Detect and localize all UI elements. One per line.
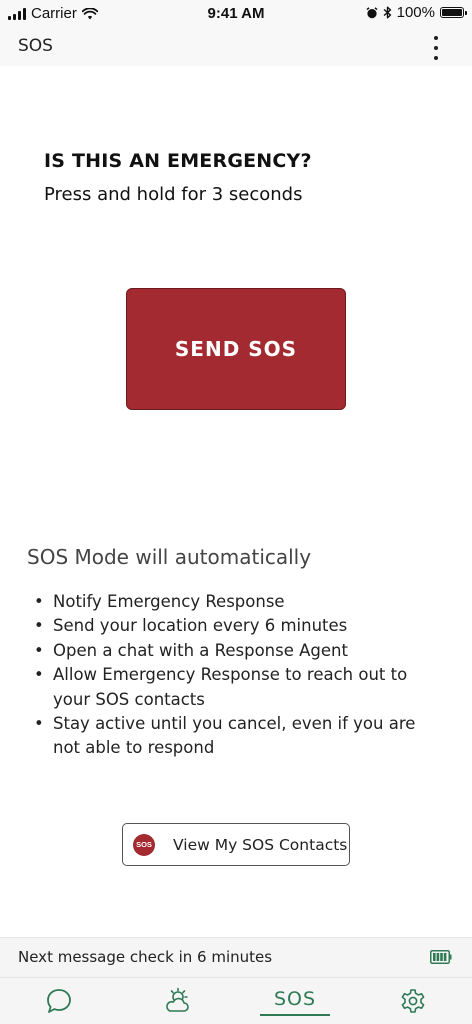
view-sos-contacts-button[interactable]: SOS View My SOS Contacts — [122, 823, 350, 866]
message-check-bar: Next message check in 6 minutes — [0, 937, 472, 977]
tab-settings[interactable] — [354, 978, 472, 1024]
chat-bubble-icon — [47, 989, 71, 1013]
more-vertical-icon[interactable] — [426, 36, 446, 60]
alarm-icon — [366, 6, 378, 18]
battery-icon — [440, 7, 467, 18]
battery-full-icon — [430, 950, 452, 964]
contacts-button-label: View My SOS Contacts — [173, 835, 348, 854]
tab-sos-label: SOS — [273, 988, 317, 1010]
bluetooth-icon — [383, 6, 391, 19]
tab-sos[interactable]: SOS — [236, 978, 354, 1024]
tab-bar: SOS — [0, 977, 472, 1024]
battery-percent: 100% — [396, 4, 435, 21]
list-item: Notify Emergency Response — [34, 590, 434, 615]
list-item: Allow Emergency Response to reach out to… — [34, 663, 434, 712]
sos-mode-heading: SOS Mode will automatically — [27, 545, 312, 569]
hold-instruction: Press and hold for 3 seconds — [44, 184, 303, 205]
list-item: Stay active until you cancel, even if yo… — [34, 712, 434, 761]
weather-icon — [166, 987, 189, 1012]
status-bar: Carrier 9:41 AM 100% — [0, 0, 472, 28]
send-sos-button[interactable]: SEND SOS — [126, 288, 346, 410]
gear-icon — [401, 989, 425, 1013]
message-check-text: Next message check in 6 minutes — [18, 948, 273, 966]
status-right: 100% — [366, 4, 467, 21]
list-item: Open a chat with a Response Agent — [34, 639, 434, 664]
app-bar: SOS — [0, 28, 472, 66]
sos-screen: Carrier 9:41 AM 100% SOS IS THIS AN EMER… — [0, 0, 472, 1024]
sos-badge-icon: SOS — [133, 833, 155, 856]
tab-messages[interactable] — [0, 978, 118, 1024]
list-item: Send your location every 6 minutes — [34, 614, 434, 639]
app-title: SOS — [18, 36, 53, 56]
emergency-question: IS THIS AN EMERGENCY? — [44, 150, 312, 172]
sos-mode-list: Notify Emergency Response Send your loca… — [34, 590, 434, 761]
tab-weather[interactable] — [118, 978, 236, 1024]
